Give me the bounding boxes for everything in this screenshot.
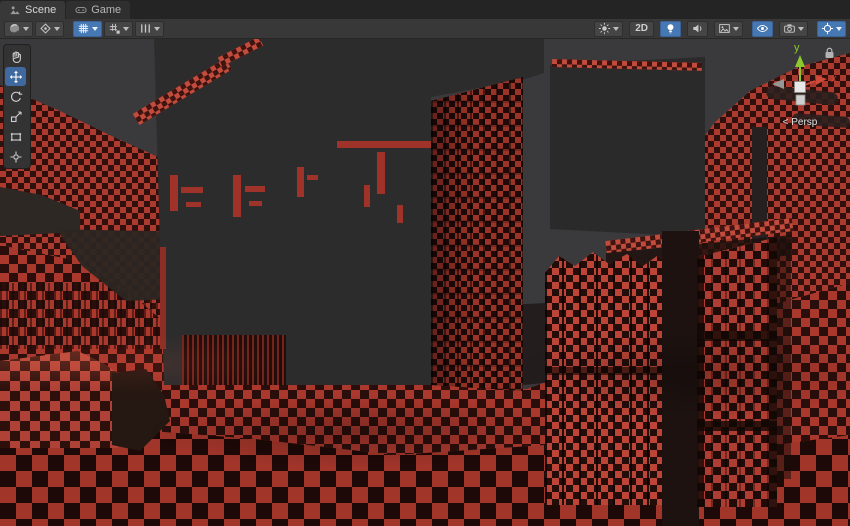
- axis-x-label: x: [831, 74, 837, 85]
- projection-label: Persp: [791, 117, 817, 128]
- scene-lighting-button[interactable]: [660, 21, 681, 37]
- scene-building-beam-horizontal: [337, 141, 433, 148]
- scene-building-marking: [181, 187, 203, 193]
- scene-toolbar: 2D: [0, 19, 850, 39]
- effects-toggle-button[interactable]: [714, 21, 743, 37]
- toggle-2d-label: 2D: [633, 23, 650, 34]
- rotate-tool-button[interactable]: [5, 87, 26, 106]
- scene-building-marking: [364, 185, 370, 207]
- scene-view-options-button[interactable]: [35, 21, 64, 37]
- scene-visibility-button[interactable]: [752, 21, 773, 37]
- cubemap-icon: [39, 22, 52, 35]
- scene-icon: [9, 4, 21, 16]
- rect-tool-button[interactable]: [5, 127, 26, 146]
- gizmos-toggle-button[interactable]: [817, 21, 846, 37]
- snap-increment-button[interactable]: [135, 21, 164, 37]
- audio-toggle-button[interactable]: [687, 21, 708, 37]
- bulb-icon: [664, 22, 677, 35]
- scene-gate-rail: [697, 421, 777, 431]
- grid-icon: [77, 22, 90, 35]
- lock-icon[interactable]: [824, 47, 835, 59]
- scene-building-marking: [245, 186, 265, 192]
- projection-toggle[interactable]: < Persp: [754, 117, 846, 128]
- scene-terrain-highlight: [0, 334, 280, 394]
- dropdown-caret: [798, 27, 804, 31]
- speaker-icon: [691, 22, 704, 35]
- transform-icon: [9, 150, 23, 164]
- dropdown-caret: [54, 27, 60, 31]
- crosshair-icon: [821, 22, 834, 35]
- sun-icon: [598, 22, 611, 35]
- scene-building-marking: [297, 167, 304, 197]
- dropdown-caret: [92, 27, 98, 31]
- dropdown-caret: [123, 27, 129, 31]
- shaded-sphere-icon: [8, 22, 21, 35]
- scene-building-marking: [377, 152, 385, 194]
- scale-tool-button[interactable]: [5, 107, 26, 126]
- snap-bars-icon: [139, 22, 152, 35]
- axis-y-label: y: [794, 43, 800, 54]
- move-tool-button[interactable]: [5, 67, 26, 86]
- axis-neg-x-cone[interactable]: [772, 79, 784, 89]
- dropdown-caret: [733, 27, 739, 31]
- tab-scene[interactable]: Scene: [0, 1, 65, 19]
- snap-grid-icon: [108, 22, 121, 35]
- scene-building-marking: [249, 201, 262, 206]
- axis-y-cone[interactable]: [795, 55, 805, 67]
- tab-game[interactable]: Game: [66, 1, 130, 19]
- game-icon: [75, 4, 87, 16]
- dropdown-caret: [613, 27, 619, 31]
- scene-building-marking: [397, 205, 403, 223]
- unity-editor-window: Scene Game: [0, 0, 850, 526]
- scale-icon: [9, 110, 23, 124]
- toggle-2d-button[interactable]: 2D: [629, 21, 654, 37]
- scene-viewport[interactable]: y x < Persp: [0, 39, 850, 526]
- snap-grid-button[interactable]: [104, 21, 133, 37]
- eye-icon: [756, 22, 769, 35]
- transform-tool-button[interactable]: [5, 147, 26, 166]
- scene-building-marking: [170, 175, 178, 211]
- projection-arrow: <: [783, 117, 789, 128]
- scene-terrain-shade: [500, 329, 850, 419]
- dropdown-caret: [23, 27, 29, 31]
- scene-building-marking: [307, 175, 318, 180]
- scene-building-marking: [186, 202, 201, 207]
- gizmo-center-cube[interactable]: [795, 82, 806, 93]
- axis-x-line: [805, 81, 815, 85]
- view-tool-button[interactable]: [5, 47, 26, 66]
- move-icon: [9, 70, 23, 84]
- camera-settings-button[interactable]: [779, 21, 808, 37]
- rect-icon: [9, 130, 23, 144]
- effects-icon: [718, 22, 731, 35]
- tab-bar: Scene Game: [0, 0, 850, 19]
- rotate-icon: [9, 90, 23, 104]
- scene-building-marking: [233, 175, 241, 217]
- hand-icon: [9, 50, 23, 64]
- tab-game-label: Game: [91, 4, 121, 16]
- tool-strip-overlay: [3, 44, 31, 169]
- tab-scene-label: Scene: [25, 4, 56, 16]
- lighting-mode-button[interactable]: [594, 21, 623, 37]
- axis-x-cone[interactable]: [815, 75, 827, 85]
- grid-visibility-button[interactable]: [73, 21, 102, 37]
- dropdown-caret: [836, 27, 842, 31]
- draw-mode-button[interactable]: [4, 21, 33, 37]
- scene-structure-right: [550, 57, 705, 237]
- camera-icon: [783, 22, 796, 35]
- dropdown-caret: [154, 27, 160, 31]
- axis-neg-y-handle[interactable]: [796, 95, 805, 105]
